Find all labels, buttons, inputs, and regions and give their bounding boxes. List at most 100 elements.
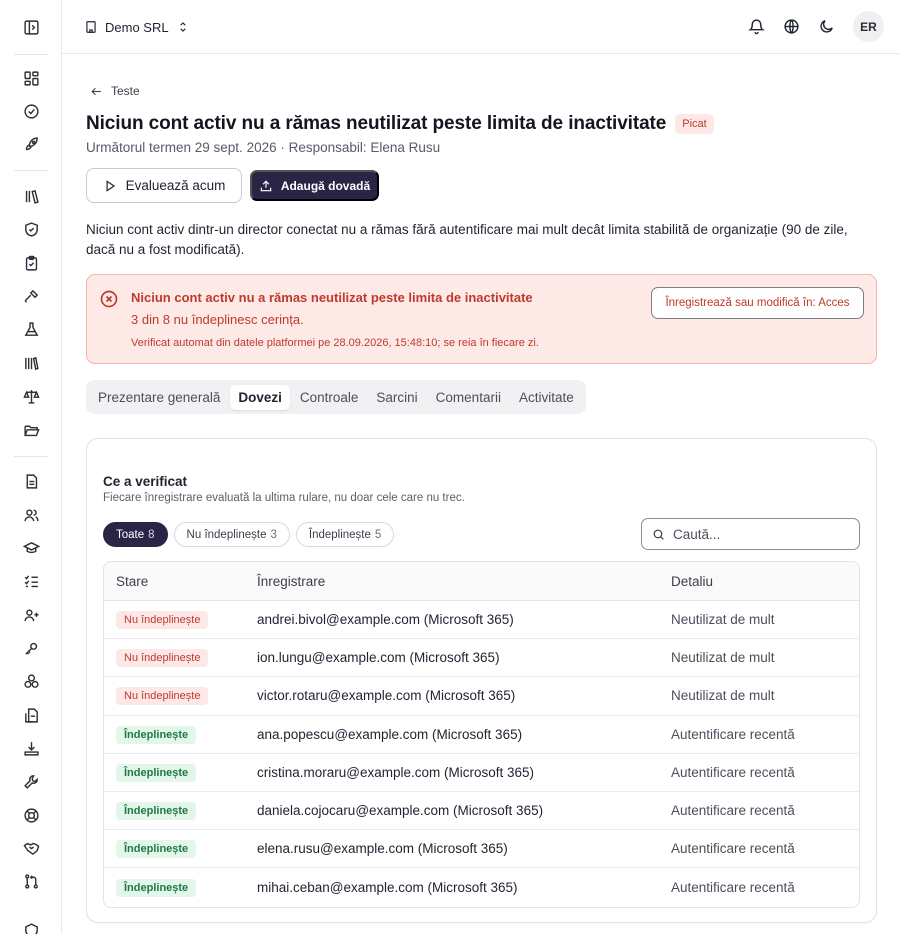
topbar: Demo SRL ER: [62, 0, 900, 54]
evidence-card: Ce a verificat Fiecare înregistrare eval…: [86, 438, 877, 923]
tab-bar: Prezentare generală Dovezi Controale Sar…: [86, 380, 586, 414]
handshake-icon[interactable]: [21, 838, 41, 858]
graduation-cap-icon[interactable]: [21, 538, 41, 558]
card-subtitle: Fiecare înregistrare evaluată la ultima …: [103, 492, 465, 504]
detail-cell: Neutilizat de mult: [671, 688, 775, 704]
x-circle-icon: [99, 289, 119, 309]
record-cell: mihai.ceban@example.com (Microsoft 365): [257, 879, 518, 895]
globe-icon[interactable]: [781, 17, 801, 37]
avatar[interactable]: ER: [853, 11, 884, 42]
scale-icon[interactable]: [21, 386, 41, 406]
alert-note: Verificat automat din datele platformei …: [131, 337, 539, 349]
table-row[interactable]: Nu îndeplinește andrei.bivol@example.com…: [104, 601, 859, 640]
record-cell: ion.lungu@example.com (Microsoft 365): [257, 650, 500, 666]
back-link[interactable]: Teste: [90, 84, 140, 98]
shield-check-icon[interactable]: [21, 219, 41, 239]
tab-overview[interactable]: Prezentare generală: [90, 385, 228, 410]
user-plus-icon[interactable]: [21, 605, 41, 625]
status-pill: Îndeplinește: [116, 725, 197, 744]
hammer-icon[interactable]: [21, 286, 41, 306]
evaluate-now-button[interactable]: Evaluează acum: [86, 168, 242, 203]
record-in-access-button[interactable]: Înregistrează sau modifică în: Acces: [651, 287, 864, 319]
house-shield-icon[interactable]: [21, 920, 41, 934]
folder-open-icon[interactable]: [21, 420, 41, 440]
tab-comments[interactable]: Comentarii: [428, 385, 509, 410]
detail-cell: Autentificare recentă: [671, 726, 795, 742]
filter-all[interactable]: Toate 8: [103, 522, 168, 547]
status-pill: Îndeplinește: [116, 763, 197, 782]
table-row[interactable]: Îndeplinește elena.rusu@example.com (Mic…: [104, 830, 859, 869]
building-icon: [84, 20, 98, 34]
rocket-icon[interactable]: [21, 134, 41, 154]
column-header-status[interactable]: Stare: [104, 574, 257, 589]
detail-cell: Autentificare recentă: [671, 841, 795, 857]
detail-cell: Autentificare recentă: [671, 764, 795, 780]
library-icon[interactable]: [21, 186, 41, 206]
detail-cell: Neutilizat de mult: [671, 650, 775, 666]
record-cell: daniela.cojocaru@example.com (Microsoft …: [257, 803, 544, 819]
clipboard-check-icon[interactable]: [21, 253, 41, 273]
table-row[interactable]: Îndeplinește mihai.ceban@example.com (Mi…: [104, 868, 859, 906]
tab-activity[interactable]: Activitate: [511, 385, 582, 410]
status-pill: Nu îndeplinește: [116, 649, 209, 668]
filter-chips: Toate 8 Nu îndeplinește 3 Îndeplinește 5: [103, 522, 395, 547]
tab-tasks[interactable]: Sarcini: [368, 385, 425, 410]
records-table: Stare Înregistrare Detaliu Nu îndeplineș…: [103, 561, 860, 908]
table-row[interactable]: Îndeplinește ana.popescu@example.com (Mi…: [104, 716, 859, 754]
test-description: Niciun cont activ dintr-un director cone…: [86, 222, 848, 257]
sidebar: [0, 0, 62, 934]
filter-count: 8: [148, 528, 155, 541]
git-pull-request-icon[interactable]: [21, 871, 41, 891]
page-title: Niciun cont activ nu a rămas neutilizat …: [86, 113, 667, 134]
filter-label: Toate: [116, 528, 145, 541]
status-pill: Îndeplinește: [116, 840, 197, 859]
bell-icon[interactable]: [746, 17, 766, 37]
sidebar-divider: [14, 54, 48, 55]
filter-label: Îndeplinește: [308, 528, 371, 541]
record-cell: andrei.bivol@example.com (Microsoft 365): [257, 612, 514, 628]
support-icon[interactable]: [21, 805, 41, 825]
column-header-detail[interactable]: Detaliu: [671, 574, 859, 589]
status-badge: Picat: [675, 114, 714, 134]
detail-cell: Autentificare recentă: [671, 803, 795, 819]
record-cell: cristina.moraru@example.com (Microsoft 3…: [257, 764, 535, 780]
dashboard-icon[interactable]: [21, 68, 41, 88]
add-evidence-button[interactable]: Adaugă dovadă: [250, 170, 379, 201]
tab-evidence[interactable]: Dovezi: [230, 384, 290, 410]
title-row: Niciun cont activ nu a rămas neutilizat …: [86, 113, 714, 135]
sidebar-toggle-icon[interactable]: [21, 17, 41, 37]
wrench-icon[interactable]: [21, 771, 41, 791]
alert-title: Niciun cont activ nu a rămas neutilizat …: [131, 290, 533, 305]
sidebar-divider: [14, 170, 48, 171]
books-icon[interactable]: [21, 353, 41, 373]
arrow-left-icon: [90, 85, 103, 98]
download-tray-icon[interactable]: [21, 738, 41, 758]
record-cell: ana.popescu@example.com (Microsoft 365): [257, 726, 523, 742]
add-evidence-label: Adaugă dovadă: [280, 178, 371, 193]
table-row[interactable]: Nu îndeplinește ion.lungu@example.com (M…: [104, 639, 859, 678]
search-input[interactable]: [673, 526, 843, 542]
status-pill: Nu îndeplinește: [116, 687, 209, 706]
flask-icon[interactable]: [21, 319, 41, 339]
card-title: Ce a verificat: [103, 474, 188, 489]
check-circle-icon[interactable]: [21, 101, 41, 121]
table-header: Stare Înregistrare Detaliu: [104, 562, 859, 601]
checklist-icon[interactable]: [21, 571, 41, 591]
key-icon[interactable]: [21, 638, 41, 658]
file-export-icon[interactable]: [21, 705, 41, 725]
evaluate-now-label: Evaluează acum: [125, 178, 226, 193]
users-icon[interactable]: [21, 505, 41, 525]
table-row[interactable]: Nu îndeplinește victor.rotaru@example.co…: [104, 677, 859, 716]
record-cell: victor.rotaru@example.com (Microsoft 365…: [257, 688, 516, 704]
table-row[interactable]: Îndeplinește daniela.cojocaru@example.co…: [104, 792, 859, 831]
tab-controls[interactable]: Controale: [292, 385, 367, 410]
boxes-icon[interactable]: [21, 671, 41, 691]
org-switcher[interactable]: Demo SRL: [84, 17, 190, 37]
document-icon[interactable]: [21, 471, 41, 491]
filter-failing[interactable]: Nu îndeplinește 3: [173, 522, 290, 547]
column-header-record[interactable]: Înregistrare: [257, 574, 671, 589]
filter-passing[interactable]: Îndeplinește 5: [295, 522, 395, 547]
detail-cell: Autentificare recentă: [671, 879, 795, 895]
table-row[interactable]: Îndeplinește cristina.moraru@example.com…: [104, 754, 859, 792]
moon-icon[interactable]: [816, 17, 836, 37]
